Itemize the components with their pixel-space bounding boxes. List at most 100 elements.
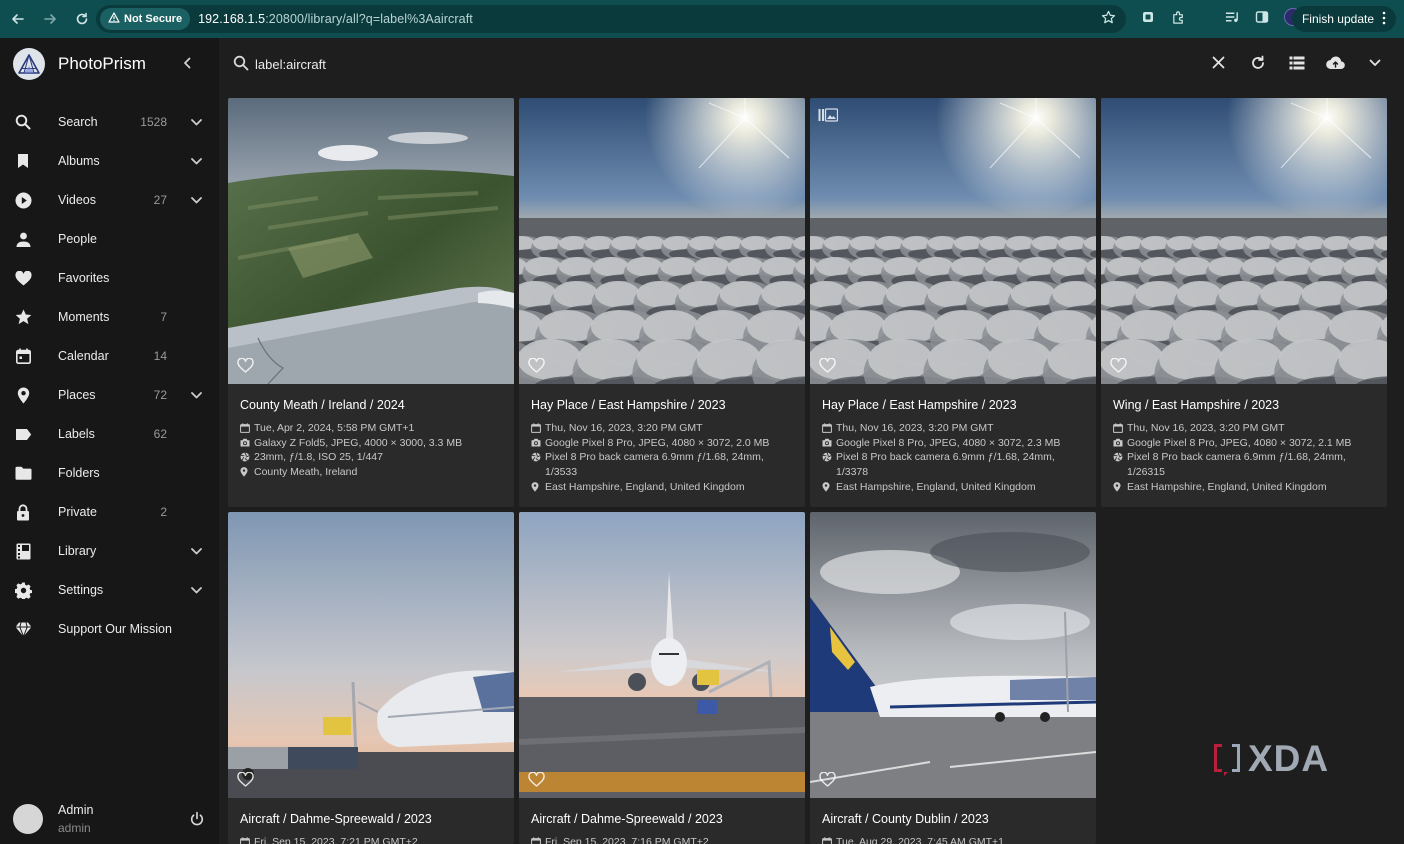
photo-meta-camera: Google Pixel 8 Pro, JPEG, 4080 × 3072, 2…	[822, 436, 1084, 451]
chevron-down-icon[interactable]	[1365, 53, 1384, 72]
photo-card[interactable]: Hay Place / East Hampshire / 2023 Thu, No…	[810, 98, 1096, 507]
collapse-sidebar-icon[interactable]	[178, 54, 196, 72]
photo-card[interactable]: Aircraft / County Dublin / 2023 Tue, Aug …	[810, 512, 1096, 844]
chevron-down-icon[interactable]	[188, 114, 204, 130]
favorite-heart-icon[interactable]	[528, 771, 546, 790]
sidebar-item-folders[interactable]: Folders	[0, 454, 219, 493]
photo-meta-location: East Hampshire, England, United Kingdom	[822, 480, 1084, 495]
calendar-icon	[240, 423, 250, 433]
photo-grid: County Meath / Ireland / 2024 Tue, Apr 2,…	[228, 98, 1388, 844]
chevron-down-icon[interactable]	[188, 192, 204, 208]
aperture-icon	[240, 452, 250, 462]
photo-thumbnail[interactable]	[228, 512, 514, 798]
sidebar-item-moments[interactable]: Moments 7	[0, 298, 219, 337]
side-panel-icon[interactable]	[1254, 9, 1270, 25]
logout-power-icon[interactable]	[188, 810, 206, 828]
stack-icon[interactable]	[818, 108, 839, 122]
refresh-icon[interactable]	[1248, 53, 1267, 72]
photo-meta-date: Fri, Sep 15, 2023, 7:16 PM GMT+2	[531, 835, 793, 844]
chevron-down-icon[interactable]	[188, 153, 204, 169]
sidebar-item-labels[interactable]: Labels 62	[0, 415, 219, 454]
favorite-heart-icon[interactable]	[819, 771, 837, 790]
photo-thumbnail[interactable]	[519, 512, 805, 798]
photo-title[interactable]: County Meath / Ireland / 2024	[240, 398, 502, 412]
photo-title[interactable]: Aircraft / Dahme-Spreewald / 2023	[531, 812, 793, 826]
clear-search-icon[interactable]	[1209, 53, 1228, 72]
media-queue-icon[interactable]	[1224, 9, 1240, 25]
chevron-down-icon[interactable]	[188, 582, 204, 598]
photo-meta-camera-text: Google Pixel 8 Pro, JPEG, 4080 × 3072, 2…	[1127, 436, 1352, 449]
security-label: Not Secure	[124, 13, 183, 25]
app-bar	[219, 38, 1404, 90]
chevron-down-icon[interactable]	[188, 543, 204, 559]
photo-meta-date-text: Tue, Apr 2, 2024, 5:58 PM GMT+1	[254, 422, 415, 434]
extensions-puzzle-icon[interactable]	[1170, 9, 1186, 25]
photo-title[interactable]: Wing / East Hampshire / 2023	[1113, 398, 1375, 412]
sidebar-item-library[interactable]: Library	[0, 532, 219, 571]
more-vertical-icon	[1382, 11, 1386, 28]
photo-title[interactable]: Hay Place / East Hampshire / 2023	[531, 398, 793, 412]
photo-card[interactable]: Aircraft / Dahme-Spreewald / 2023 Fri, Se…	[228, 512, 514, 844]
sidebar-item-count: 7	[160, 310, 167, 324]
search-input[interactable]	[255, 52, 855, 76]
scrollbar[interactable]	[1396, 90, 1404, 844]
sidebar-item-support-our-mission[interactable]: Support Our Mission	[0, 610, 219, 649]
sidebar-item-private[interactable]: Private 2	[0, 493, 219, 532]
photo-meta-location-text: County Meath, Ireland	[254, 466, 358, 479]
photo-info: County Meath / Ireland / 2024 Tue, Apr 2,…	[228, 384, 514, 480]
sidebar-item-calendar[interactable]: Calendar 14	[0, 337, 219, 376]
sidebar-item-label: People	[58, 232, 97, 246]
photo-title[interactable]: Aircraft / Dahme-Spreewald / 2023	[240, 812, 502, 826]
favorite-heart-icon[interactable]	[528, 357, 546, 376]
photo-title[interactable]: Aircraft / County Dublin / 2023	[822, 812, 1084, 826]
sidebar-item-label: Library	[58, 544, 97, 558]
calendar-icon	[822, 837, 832, 844]
favorite-heart-icon[interactable]	[237, 357, 255, 376]
extension-shield-icon[interactable]	[1140, 9, 1156, 25]
photo-title[interactable]: Hay Place / East Hampshire / 2023	[822, 398, 1084, 412]
photo-thumbnail[interactable]	[228, 98, 514, 384]
sidebar-item-settings[interactable]: Settings	[0, 571, 219, 610]
photo-card[interactable]: Wing / East Hampshire / 2023 Thu, Nov 16,…	[1101, 98, 1387, 507]
sidebar-item-label: Folders	[58, 466, 100, 480]
sidebar-item-label: Search	[58, 115, 98, 129]
list-view-icon[interactable]	[1287, 53, 1306, 72]
forward-icon[interactable]	[36, 5, 64, 33]
address-bar[interactable]: Not Secure 192.168.1.5:20800/library/all…	[96, 5, 1126, 33]
security-chip[interactable]: Not Secure	[100, 8, 191, 30]
url-text[interactable]: 192.168.1.5:20800/library/all?q=label%3A…	[198, 12, 473, 26]
photo-card[interactable]: Hay Place / East Hampshire / 2023 Thu, No…	[519, 98, 805, 507]
sidebar-item-videos[interactable]: Videos 27	[0, 181, 219, 220]
finish-update-button[interactable]: Finish update	[1291, 6, 1396, 32]
sidebar-item-label: Videos	[58, 193, 96, 207]
sidebar-item-people[interactable]: People	[0, 220, 219, 259]
sidebar-item-label: Settings	[58, 583, 104, 597]
photo-info: Aircraft / Dahme-Spreewald / 2023 Fri, Se…	[228, 798, 514, 844]
photo-thumbnail[interactable]	[519, 98, 805, 384]
photo-info: Aircraft / Dahme-Spreewald / 2023 Fri, Se…	[519, 798, 805, 844]
photo-thumbnail[interactable]	[1101, 98, 1387, 384]
lock-icon	[14, 503, 32, 521]
photo-card[interactable]: County Meath / Ireland / 2024 Tue, Apr 2,…	[228, 98, 514, 507]
photo-thumbnail[interactable]	[810, 512, 1096, 798]
photo-card[interactable]: Aircraft / Dahme-Spreewald / 2023 Fri, Se…	[519, 512, 805, 844]
map-pin-icon	[240, 467, 248, 477]
photo-thumbnail[interactable]	[810, 98, 1096, 384]
sidebar-item-places[interactable]: Places 72	[0, 376, 219, 415]
avatar[interactable]	[13, 804, 43, 834]
sidebar-item-label: Albums	[58, 154, 100, 168]
calendar-icon	[531, 423, 541, 433]
reload-icon[interactable]	[68, 5, 96, 33]
sidebar-item-search[interactable]: Search 1528	[0, 103, 219, 142]
chevron-down-icon[interactable]	[188, 387, 204, 403]
favorite-heart-icon[interactable]	[1110, 357, 1128, 376]
back-icon[interactable]	[4, 5, 32, 33]
sidebar: PhotoPrism Search 1528 Albums Videos 27 Peopl…	[0, 38, 219, 844]
sidebar-item-albums[interactable]: Albums	[0, 142, 219, 181]
photo-meta-lens: Pixel 8 Pro back camera 6.9mm ƒ/1.68, 24…	[1113, 450, 1375, 479]
upload-cloud-icon[interactable]	[1326, 53, 1345, 72]
favorite-heart-icon[interactable]	[237, 771, 255, 790]
sidebar-item-favorites[interactable]: Favorites	[0, 259, 219, 298]
favorite-heart-icon[interactable]	[819, 357, 837, 376]
bookmark-star-icon[interactable]	[1101, 10, 1116, 29]
